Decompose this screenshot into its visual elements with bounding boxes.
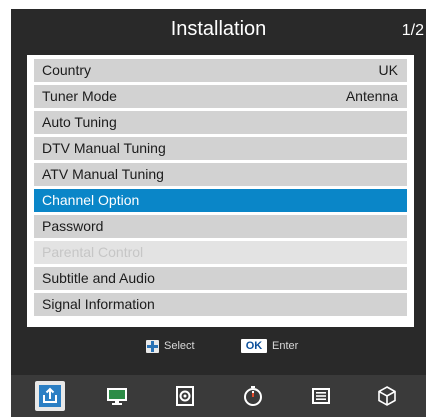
nav-lock[interactable] bbox=[372, 381, 402, 411]
menu-item-label: Parental Control bbox=[42, 244, 144, 260]
menu-item-password[interactable]: Password bbox=[34, 215, 407, 238]
nav-timer[interactable] bbox=[238, 381, 268, 411]
select-hint: Select bbox=[146, 339, 195, 353]
menu-item-signal-information[interactable]: Signal Information bbox=[34, 293, 407, 316]
menu-item-value: UK bbox=[378, 62, 398, 78]
nav-options[interactable] bbox=[306, 381, 336, 411]
hint-bar: Select OK Enter bbox=[11, 331, 426, 361]
page-indicator: 1/2 bbox=[401, 22, 424, 39]
menu-item-atv-manual-tuning[interactable]: ATV Manual Tuning bbox=[34, 163, 407, 186]
menu-item-tuner-mode[interactable]: Tuner Mode Antenna bbox=[34, 85, 407, 108]
menu-item-label: Country bbox=[42, 62, 92, 78]
menu-panel: Country UK Tuner Mode Antenna Auto Tunin… bbox=[27, 55, 414, 327]
menu-item-value: Antenna bbox=[345, 88, 398, 104]
select-hint-label: Select bbox=[164, 340, 195, 352]
menu-item-label: Subtitle and Audio bbox=[42, 270, 155, 286]
tv-screen: Installation 1/2 Country UK Tuner Mode A… bbox=[11, 9, 426, 417]
menu-item-label: Tuner Mode bbox=[42, 88, 117, 104]
options-icon bbox=[312, 388, 330, 404]
lock-cube-icon bbox=[378, 386, 396, 406]
title-bar: Installation 1/2 bbox=[11, 9, 426, 49]
nav-installation[interactable] bbox=[35, 381, 65, 411]
menu-item-dtv-manual-tuning[interactable]: DTV Manual Tuning bbox=[34, 137, 407, 160]
dpad-icon bbox=[146, 339, 159, 353]
installation-icon bbox=[39, 385, 61, 407]
timer-icon bbox=[244, 386, 262, 406]
menu-list: Country UK Tuner Mode Antenna Auto Tunin… bbox=[34, 59, 407, 319]
menu-item-label: Signal Information bbox=[42, 296, 155, 312]
ok-key-icon: OK bbox=[241, 339, 267, 353]
menu-item-label: Password bbox=[42, 218, 104, 234]
category-nav-bar bbox=[11, 375, 426, 417]
picture-icon bbox=[107, 388, 127, 405]
nav-sound[interactable] bbox=[170, 381, 200, 411]
menu-item-label: DTV Manual Tuning bbox=[42, 140, 166, 156]
menu-item-country[interactable]: Country UK bbox=[34, 59, 407, 82]
menu-item-subtitle-and-audio[interactable]: Subtitle and Audio bbox=[34, 267, 407, 290]
page-title: Installation bbox=[170, 18, 267, 40]
menu-item-label: Auto Tuning bbox=[42, 114, 117, 130]
enter-hint: OK Enter bbox=[241, 339, 298, 353]
sound-icon bbox=[176, 386, 194, 406]
menu-item-auto-tuning[interactable]: Auto Tuning bbox=[34, 111, 407, 134]
nav-picture[interactable] bbox=[102, 381, 132, 411]
menu-item-label: ATV Manual Tuning bbox=[42, 166, 164, 182]
menu-item-channel-option[interactable]: Channel Option bbox=[34, 189, 407, 212]
enter-hint-label: Enter bbox=[272, 340, 299, 352]
menu-item-label: Channel Option bbox=[42, 192, 140, 208]
menu-item-parental-control: Parental Control bbox=[34, 241, 407, 264]
